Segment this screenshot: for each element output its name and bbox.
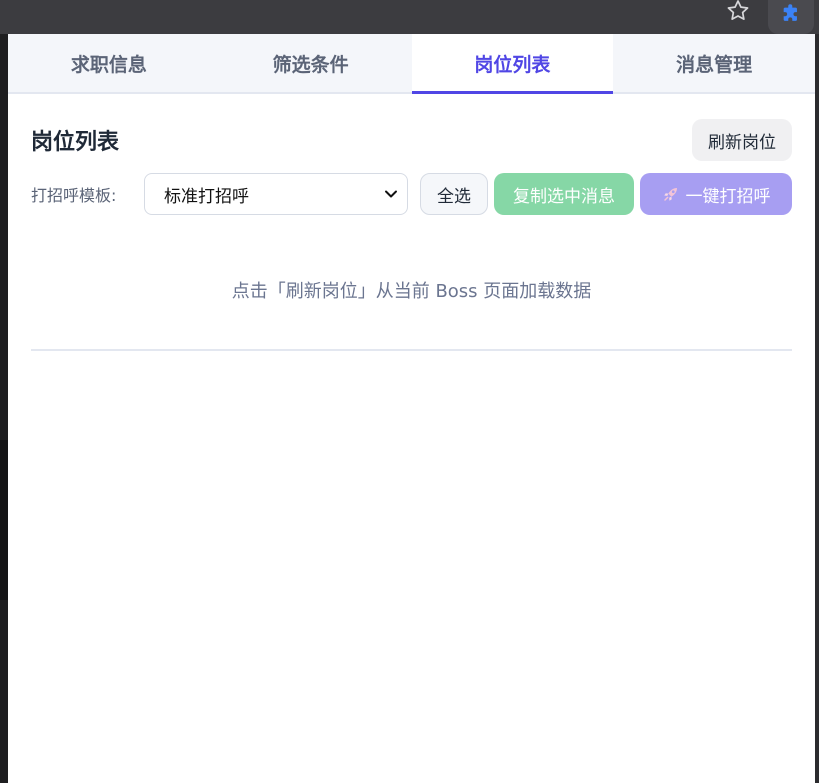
page-background-edge (0, 34, 8, 783)
tab-bar: 求职信息 筛选条件 岗位列表 消息管理 (8, 34, 815, 94)
puzzle-icon (783, 4, 797, 21)
tab-messages[interactable]: 消息管理 (613, 34, 815, 92)
rocket-icon (663, 188, 677, 201)
tab-filters[interactable]: 筛选条件 (210, 34, 412, 92)
page-background-edge-right (815, 34, 819, 783)
extension-button[interactable] (768, 0, 814, 34)
one-click-greet-label: 一键打招呼 (685, 186, 771, 207)
section-header: 岗位列表 刷新岗位 (31, 119, 792, 161)
page-background-block (0, 440, 8, 600)
refresh-jobs-button[interactable]: 刷新岗位 (692, 119, 792, 161)
template-select[interactable]: 标准打招呼 (144, 173, 408, 215)
extension-popup: 求职信息 筛选条件 岗位列表 消息管理 岗位列表 刷新岗位 打招呼模板: 标准打… (8, 34, 815, 783)
chevron-down-icon (385, 190, 397, 198)
template-select-value: 标准打招呼 (164, 186, 249, 207)
template-label: 打招呼模板: (31, 186, 117, 205)
toolbar: 打招呼模板: 标准打招呼 全选 复制选中消息 一键打招呼 (31, 173, 792, 215)
select-all-button[interactable]: 全选 (420, 173, 488, 215)
star-icon[interactable] (722, 0, 754, 23)
tab-job-list[interactable]: 岗位列表 (411, 34, 614, 94)
one-click-greet-button[interactable]: 一键打招呼 (640, 173, 792, 215)
copy-selected-button[interactable]: 复制选中消息 (494, 173, 634, 215)
job-list-section: 岗位列表 刷新岗位 打招呼模板: 标准打招呼 全选 复制选中消息 一键打招呼 点… (8, 119, 815, 351)
tab-job-info[interactable]: 求职信息 (8, 34, 210, 92)
browser-toolbar (0, 0, 819, 34)
page-title: 岗位列表 (31, 130, 120, 155)
divider (31, 349, 792, 351)
empty-state-message: 点击「刷新岗位」从当前 Boss 页面加载数据 (231, 281, 592, 302)
